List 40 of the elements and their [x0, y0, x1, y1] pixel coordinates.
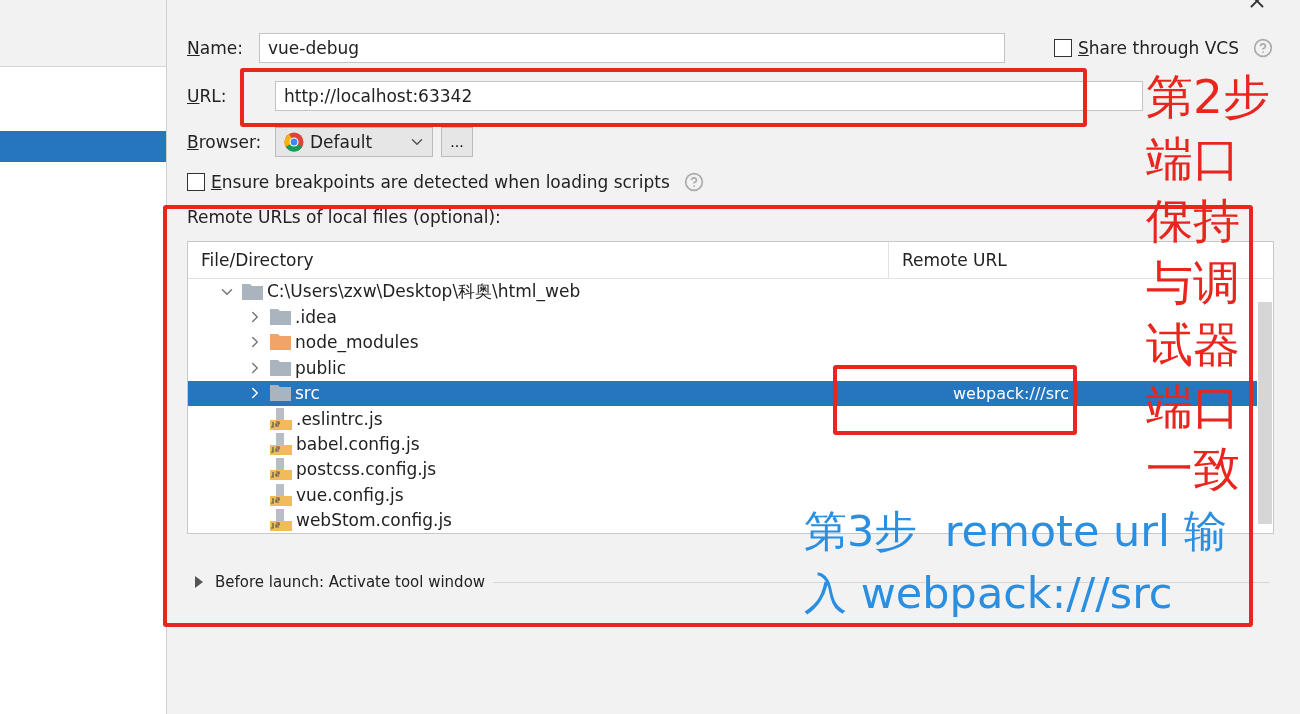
js-file-icon — [270, 483, 292, 506]
folder-icon — [270, 309, 291, 325]
column-header[interactable]: File/Directory — [188, 242, 889, 278]
folder-icon — [270, 385, 291, 402]
folder-icon — [270, 334, 291, 351]
folder-icon — [242, 283, 263, 300]
before-launch-label[interactable]: Before launch: Activate tool window — [215, 573, 486, 591]
annotation-title: 第2步 — [1146, 68, 1270, 126]
file-name[interactable]: public — [295, 357, 347, 378]
url-label: URL: — [187, 86, 228, 106]
more-button[interactable]: ... — [441, 127, 473, 157]
js-file-icon — [270, 458, 292, 481]
scrollbar[interactable] — [1258, 302, 1272, 524]
file-name[interactable]: webStom.config.js — [296, 510, 452, 531]
share-checkbox[interactable] — [1054, 39, 1072, 57]
file-name[interactable]: vue.config.js — [296, 484, 404, 505]
js-file-icon — [270, 433, 292, 455]
share-label: Share through VCS — [1078, 38, 1239, 58]
js-file-icon — [270, 407, 292, 430]
name-field[interactable]: vue-debug — [259, 33, 1005, 63]
annotation-text: 第3步 remote url 输入 webpack:///src — [804, 505, 1228, 620]
file-name[interactable]: node_modules — [295, 332, 419, 353]
file-name[interactable]: src — [295, 383, 320, 404]
browser-logo-icon — [284, 132, 304, 152]
remote-url: webpack:///src — [953, 383, 1070, 403]
browser-dropdown[interactable]: Default — [275, 127, 433, 157]
folder-icon — [270, 359, 291, 376]
js-file-icon — [270, 509, 292, 532]
file-name[interactable]: C:\Users\zxw\Desktop\科奥\html_web — [267, 280, 581, 304]
file-name[interactable]: babel.config.js — [296, 434, 420, 454]
name-label: Name: — [187, 38, 244, 58]
url-field[interactable]: http://localhost:63342 — [275, 81, 1143, 111]
file-name[interactable]: postcss.config.js — [296, 459, 437, 480]
ensure-label: Ensure breakpoints are detected when loading scripts — [211, 172, 670, 192]
remote-urls-label: Remote URLs of local files (optional): — [187, 207, 501, 227]
ensure-checkbox[interactable] — [187, 173, 205, 191]
browser-label: Browser: — [187, 132, 263, 152]
file-name[interactable]: .idea — [295, 307, 337, 327]
file-name[interactable]: .eslintrc.js — [296, 408, 383, 429]
expand-triangle-icon[interactable] — [195, 576, 203, 588]
